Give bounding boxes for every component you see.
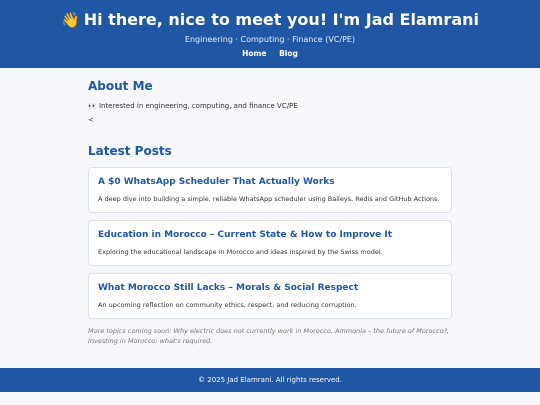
site-footer: © 2025 Jad Elamrani. All rights reserved…	[0, 368, 540, 392]
coming-soon-note: More topics coming soon: Why electric do…	[88, 327, 450, 345]
main-nav: Home Blog	[0, 49, 540, 58]
post-description: Exploring the educational landscape in M…	[98, 248, 383, 256]
about-text: 👀 Interested in engineering, computing, …	[88, 102, 298, 110]
site-header: 👋 Hi there, nice to meet you! I'm Jad Ela…	[0, 0, 540, 68]
waving-hand-icon: 👋	[61, 11, 80, 29]
latest-posts-heading: Latest Posts	[88, 144, 172, 158]
page-title-text: Hi there, nice to meet you! I'm Jad Elam…	[83, 10, 479, 29]
about-extra-text: <	[88, 116, 94, 124]
post-title-link[interactable]: A $0 WhatsApp Scheduler That Actually Wo…	[98, 176, 442, 188]
post-card[interactable]: What Morocco Still Lacks – Morals & Soci…	[88, 273, 452, 319]
post-description: An upcoming reflection on community ethi…	[98, 301, 357, 309]
tagline: Engineering · Computing · Finance (VC/PE…	[184, 35, 356, 44]
post-card[interactable]: Education in Morocco – Current State & H…	[88, 220, 452, 266]
nav-blog-link[interactable]: Blog	[279, 49, 298, 58]
footer-copyright: © 2025 Jad Elamrani. All rights reserved…	[198, 376, 342, 384]
post-title-link[interactable]: Education in Morocco – Current State & H…	[98, 229, 442, 241]
about-heading: About Me	[88, 79, 153, 93]
post-description: A deep dive into building a simple, reli…	[98, 195, 440, 203]
post-list: A $0 WhatsApp Scheduler That Actually Wo…	[88, 167, 452, 319]
post-title-link[interactable]: What Morocco Still Lacks – Morals & Soci…	[98, 282, 442, 294]
main-content: About Me 👀 Interested in engineering, co…	[88, 68, 452, 346]
nav-home-link[interactable]: Home	[242, 49, 266, 58]
post-card[interactable]: A $0 WhatsApp Scheduler That Actually Wo…	[88, 167, 452, 213]
page-title: 👋 Hi there, nice to meet you! I'm Jad Ela…	[0, 10, 540, 30]
